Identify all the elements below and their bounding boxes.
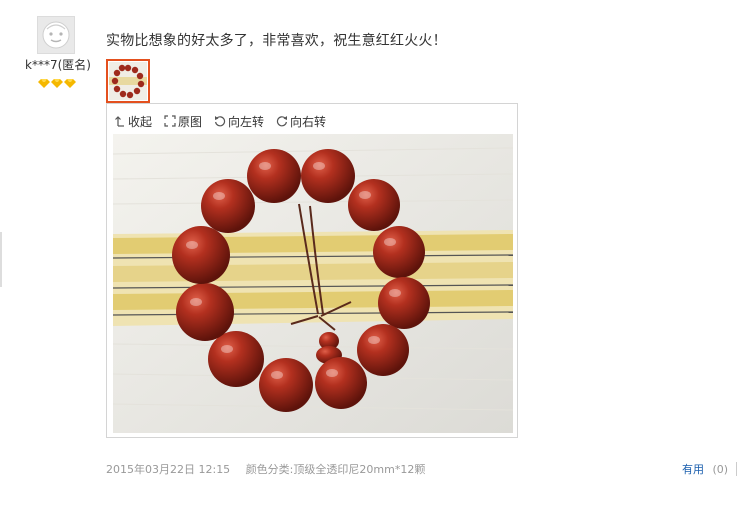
fullsize-icon [164, 115, 176, 127]
fullsize-button[interactable]: 原图 [164, 113, 202, 130]
useful-count: (0) [712, 463, 729, 476]
bead-bracelet-thumbnail-image [109, 62, 147, 100]
rotate-left-label: 向左转 [228, 114, 265, 129]
review-date: 2015年03月22日 12:15 [106, 463, 231, 476]
diamond-icon [64, 79, 76, 88]
diamond-icon [51, 79, 63, 88]
collapse-icon [115, 116, 124, 127]
username: k***7(匿名) [25, 58, 91, 72]
diamond-icon [38, 79, 50, 88]
photo-viewer-toolbar: 收起 原图 向左转 向右转 [115, 112, 326, 130]
rotate-left-button[interactable]: 向左转 [214, 113, 264, 130]
review-photo-large[interactable] [113, 134, 513, 433]
divider [736, 462, 737, 476]
default-avatar-icon [37, 16, 75, 54]
collapse-label: 收起 [128, 114, 153, 129]
review-photo-thumbnail[interactable] [106, 59, 150, 103]
sku-info: 颜色分类:顶级全透印尼20mm*12颗 [245, 463, 426, 476]
bead-bracelet-photo [113, 134, 513, 433]
rotate-left-icon [215, 116, 226, 127]
photo-viewer: 收起 原图 向左转 向右转 [106, 103, 518, 438]
useful-vote: 有用 (0) [682, 461, 728, 477]
rotate-right-button[interactable]: 向右转 [276, 113, 326, 130]
fullsize-label: 原图 [178, 114, 203, 129]
user-level-badges [37, 79, 77, 88]
review-text: 实物比想象的好太多了，非常喜欢，祝生意红红火火！ [106, 33, 447, 49]
review-meta: 2015年03月22日 12:15 颜色分类:顶级全透印尼20mm*12颗 [106, 461, 425, 477]
user-avatar[interactable] [37, 16, 75, 54]
useful-button[interactable]: 有用 [682, 463, 704, 476]
rotate-right-label: 向右转 [290, 114, 327, 129]
page-edge-divider [0, 232, 2, 287]
rotate-right-icon [276, 116, 288, 127]
collapse-button[interactable]: 收起 [115, 113, 152, 130]
